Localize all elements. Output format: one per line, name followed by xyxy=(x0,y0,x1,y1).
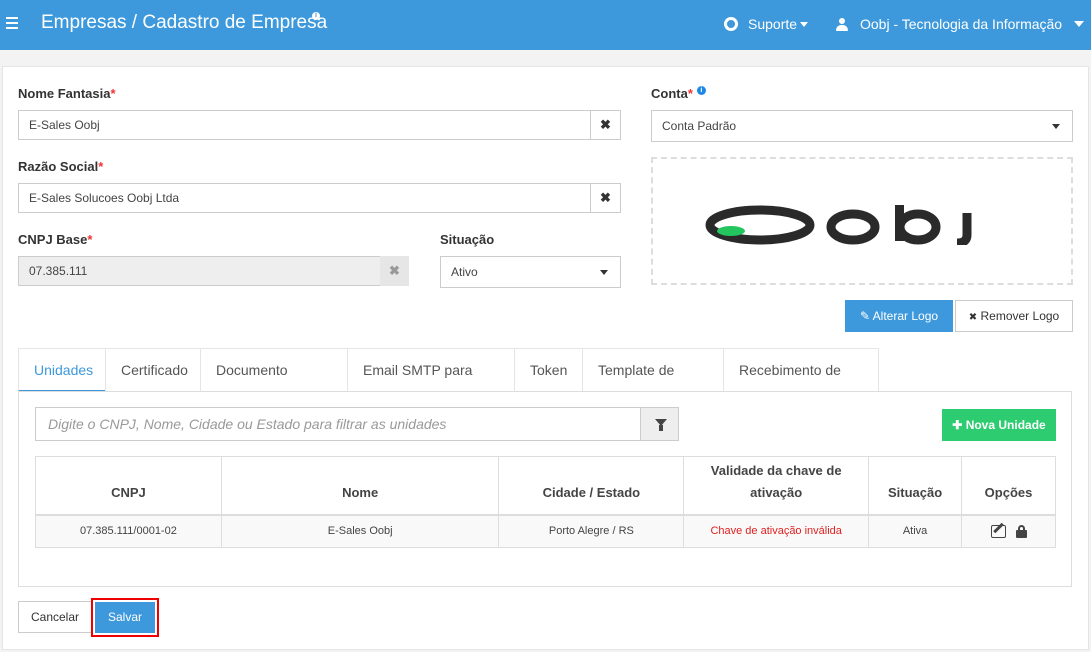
new-unidade-button[interactable]: ✚ Nova Unidade xyxy=(942,409,1056,441)
nome-fantasia-label: Nome Fantasia* xyxy=(18,86,116,101)
column-header-nome[interactable]: Nome xyxy=(220,456,500,516)
tab-unidades[interactable]: Unidades xyxy=(18,348,106,392)
clear-cnpj-base-button: ✖ xyxy=(380,256,409,286)
conta-select[interactable]: Conta Padrão xyxy=(651,110,1073,142)
razao-social-input[interactable]: E-Sales Solucoes Oobj Ltda xyxy=(18,183,591,213)
situacao-label: Situação xyxy=(440,232,495,247)
lock-icon[interactable] xyxy=(1015,524,1027,538)
cell-opcoes xyxy=(961,514,1056,548)
user-label: Oobj - Tecnologia da Informação xyxy=(860,16,1063,32)
cnpj-base-label: CNPJ Base* xyxy=(18,232,93,247)
cnpj-base-input: 07.385.111 xyxy=(18,256,381,286)
cell-cnpj: 07.385.111/0001-02 xyxy=(35,514,222,548)
page-title: Empresas / Cadastro de Empresa xyxy=(41,12,328,33)
oobj-logo-icon xyxy=(705,205,972,245)
table-header-row: CNPJ Nome Cidade / Estado Validade da ch… xyxy=(35,456,1056,516)
tab-bar: Unidades Certificado Documento Auxiliar … xyxy=(18,348,879,420)
cell-nome: E-Sales Oobj xyxy=(220,514,500,548)
info-icon[interactable]: i xyxy=(312,12,320,20)
cancel-button[interactable]: Cancelar xyxy=(18,601,92,633)
nome-fantasia-input[interactable]: E-Sales Oobj xyxy=(18,110,591,140)
clear-nome-fantasia-button[interactable]: ✖ xyxy=(590,110,621,140)
situacao-select[interactable]: Ativo xyxy=(440,256,621,288)
unidades-filter-input[interactable]: Digite o CNPJ, Nome, Cidade ou Estado pa… xyxy=(35,407,641,441)
tab-token[interactable]: Token xyxy=(514,348,583,392)
caret-down-icon xyxy=(600,270,608,275)
close-icon: ✖ xyxy=(968,312,978,323)
unidades-table: CNPJ Nome Cidade / Estado Validade da ch… xyxy=(35,456,1056,548)
cell-situacao: Ativa xyxy=(868,514,963,548)
caret-down-icon xyxy=(1074,21,1085,27)
user-menu[interactable]: Oobj - Tecnologia da Informação xyxy=(836,16,1085,32)
lifebuoy-icon xyxy=(724,17,738,31)
tab-email-smtp[interactable]: Email SMTP para Envio xyxy=(347,348,515,420)
column-header-cidade[interactable]: Cidade / Estado xyxy=(498,456,685,516)
cell-cidade: Porto Alegre / RS xyxy=(498,514,685,548)
edit-icon[interactable] xyxy=(990,524,1006,538)
alter-logo-button[interactable]: ✎ Alterar Logo xyxy=(845,300,953,332)
company-logo xyxy=(672,163,1052,281)
plus-icon: ✚ xyxy=(952,418,963,432)
caret-down-icon xyxy=(1052,124,1060,129)
top-bar: Empresas / Cadastro de Empresa i Suporte… xyxy=(0,0,1091,50)
clear-razao-social-button[interactable]: ✖ xyxy=(590,183,621,213)
support-menu[interactable]: Suporte xyxy=(724,16,809,32)
edit-icon: ✎ xyxy=(859,309,870,323)
caret-down-icon xyxy=(800,21,809,27)
remove-logo-button[interactable]: ✖ Remover Logo xyxy=(955,300,1073,332)
table-row: 07.385.111/0001-02 E-Sales Oobj Porto Al… xyxy=(35,514,1056,548)
tab-template-email[interactable]: Template de Email xyxy=(582,348,724,420)
user-icon xyxy=(836,17,848,31)
save-button-highlight xyxy=(91,598,159,637)
column-header-validade[interactable]: Validade da chave de ativação xyxy=(683,456,870,516)
info-icon[interactable]: i xyxy=(696,86,706,95)
conta-label: Conta* i xyxy=(651,86,706,101)
tab-recebimento-dfe[interactable]: Recebimento de DF-e xyxy=(723,348,879,420)
column-header-opcoes: Opções xyxy=(961,456,1056,516)
support-label: Suporte xyxy=(748,16,798,32)
tab-documento-auxiliar[interactable]: Documento Auxiliar xyxy=(200,348,348,420)
cell-validade: Chave de ativação inválida xyxy=(683,514,870,548)
column-header-cnpj[interactable]: CNPJ xyxy=(35,456,222,516)
tab-certificado[interactable]: Certificado xyxy=(105,348,201,392)
logo-dropzone[interactable] xyxy=(651,157,1073,285)
filter-button[interactable] xyxy=(640,407,679,441)
column-header-situacao[interactable]: Situação xyxy=(868,456,963,516)
razao-social-label: Razão Social* xyxy=(18,159,104,174)
hamburger-menu-icon[interactable] xyxy=(6,17,18,29)
